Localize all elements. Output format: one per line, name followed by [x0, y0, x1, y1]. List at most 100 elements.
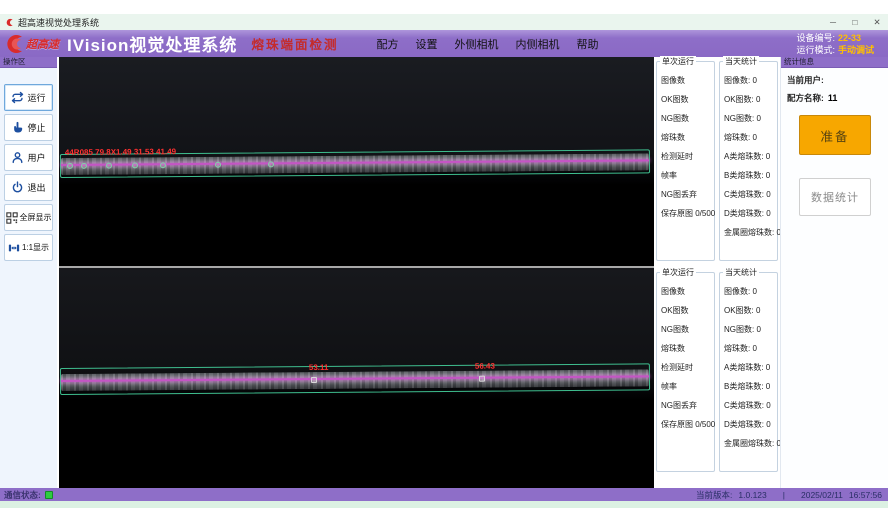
detection-marker — [479, 376, 485, 382]
single-run-group-2: 单次运行 图像数OK图数NG图数熔珠数检测延时帧率NG图丢弃保存原图 0/500 — [656, 272, 715, 472]
device-info: 设备编号:22-33 运行模式:手动调试 — [796, 32, 874, 56]
run-mode-label: 运行模式: — [796, 45, 835, 55]
detection-marker — [215, 162, 221, 168]
stat-row: B类熔珠数: 0 — [724, 166, 777, 185]
stat-row: OK图数 — [661, 90, 714, 109]
one-to-one-icon — [8, 242, 20, 254]
detection-marker — [81, 163, 87, 169]
run-button[interactable]: 运行 — [4, 84, 53, 111]
stat-row: NG图数 — [661, 109, 714, 128]
strip-overlay: 44R085 79.8X1.49 31.53 41.49 — [61, 153, 649, 175]
stat-row: 熔珠数: 0 — [724, 339, 777, 358]
info-panel-title: 统计信息 — [781, 57, 888, 68]
stat-row: OK图数: 0 — [724, 90, 777, 109]
stop-button-label: 停止 — [27, 121, 45, 134]
operation-sidebar: 操作区 运行 停止 用户 — [0, 57, 57, 488]
brand-logo-icon — [3, 34, 25, 54]
stat-row: NG图数: 0 — [724, 109, 777, 128]
one-to-one-button-label: 1:1显示 — [22, 242, 49, 253]
exit-button-label: 退出 — [27, 181, 45, 194]
menu-item[interactable]: 配方 — [376, 36, 398, 52]
device-number-value: 22-33 — [838, 33, 861, 43]
single-run-group-1: 单次运行 图像数OK图数NG图数熔珠数检测延时帧率NG图丢弃保存原图 0/500 — [656, 61, 715, 261]
laser-line — [61, 159, 649, 166]
current-user-label: 当前用户: — [787, 75, 824, 85]
close-icon[interactable]: ✕ — [866, 14, 888, 30]
run-button-label: 运行 — [27, 91, 45, 104]
current-user-row: 当前用户: — [787, 74, 888, 86]
version-label: 当前版本: — [696, 489, 732, 501]
stat-row: NG图数: 0 — [724, 320, 777, 339]
detection-marker — [106, 163, 112, 169]
maximize-icon[interactable]: □ — [844, 14, 866, 30]
stop-hand-icon — [11, 121, 24, 134]
desktop-strip — [0, 501, 888, 508]
laser-line — [61, 375, 649, 382]
one-to-one-button[interactable]: 1:1显示 — [4, 234, 53, 261]
stop-button[interactable]: 停止 — [4, 114, 53, 141]
stat-row: D类熔珠数: 0 — [724, 415, 777, 434]
version-value: 1.0.123 — [738, 490, 766, 500]
detection-marker — [311, 377, 317, 383]
fullscreen-button[interactable]: 全屏显示 — [4, 204, 53, 231]
strip-overlay: 53.11 56.43 — [61, 369, 649, 391]
stat-row: 熔珠数 — [661, 128, 714, 147]
stat-row: 帧率 — [661, 377, 714, 396]
inner-camera-image[interactable]: 53.11 56.43 — [59, 268, 654, 488]
group-title: 单次运行 — [660, 56, 696, 67]
minimize-icon[interactable]: ─ — [822, 14, 844, 30]
outer-camera-image[interactable]: 44R085 79.8X1.49 31.53 41.49 — [59, 57, 654, 266]
status-time: 16:57:56 — [849, 490, 882, 500]
status-bar: 通信状态: 当前版本: 1.0.123 | 2025/02/11 16:57:5… — [0, 488, 888, 501]
app-icon — [5, 18, 14, 27]
power-icon — [11, 181, 24, 194]
user-button-label: 用户 — [27, 151, 45, 164]
today-stats-group-2: 当天统计 图像数: 0OK图数: 0NG图数: 0熔珠数: 0A类熔珠数: 0B… — [719, 272, 778, 472]
stat-row: 金属圈熔珠数: 0 — [724, 223, 777, 242]
menu-item[interactable]: 设置 — [415, 36, 437, 52]
stat-row: 熔珠数 — [661, 339, 714, 358]
stat-row: A类熔珠数: 0 — [724, 147, 777, 166]
stat-row: 金属圈熔珠数: 0 — [724, 434, 777, 453]
group-title: 当天统计 — [723, 267, 759, 278]
recipe-row: 配方名称:11 — [787, 92, 888, 104]
measurement-annotation: 44R085 79.8X1.49 31.53 41.49 — [65, 147, 176, 157]
stat-row: 图像数 — [661, 71, 714, 90]
statistics-info-panel: 统计信息 当前用户: 配方名称:11 准备 数据统计 — [780, 57, 888, 488]
desktop: 超高速视觉处理系统 ─ □ ✕ 超高速 IVision视觉处理系统 熔珠端面检测… — [0, 0, 888, 522]
measurement-annotation: 56.43 — [475, 362, 495, 371]
stat-row: NG图丢弃 — [661, 396, 714, 415]
menu-item[interactable]: 内侧相机 — [515, 36, 559, 52]
stat-row: B类熔珠数: 0 — [724, 377, 777, 396]
prepare-button[interactable]: 准备 — [799, 115, 871, 155]
version-and-time: 当前版本: 1.0.123 | 2025/02/11 16:57:56 — [696, 489, 882, 501]
status-date: 2025/02/11 — [801, 490, 843, 500]
window-titlebar: 超高速视觉处理系统 ─ □ ✕ — [0, 14, 888, 30]
stat-row: NG图数 — [661, 320, 714, 339]
menu-item[interactable]: 外侧相机 — [454, 36, 498, 52]
stat-row: C类熔珠数: 0 — [724, 185, 777, 204]
detection-marker — [160, 162, 166, 168]
device-number-label: 设备编号: — [796, 33, 835, 43]
detection-marker — [132, 162, 138, 168]
app-subtitle: 熔珠端面检测 — [251, 34, 338, 53]
fullscreen-grid-icon — [6, 212, 18, 224]
stat-row: 检测延时 — [661, 358, 714, 377]
app-header: 超高速 IVision视觉处理系统 熔珠端面检测 配方设置外侧相机内侧相机帮助 … — [0, 30, 888, 57]
main-area: 操作区 运行 停止 用户 — [0, 57, 888, 488]
data-statistics-button[interactable]: 数据统计 — [799, 178, 871, 216]
stat-row: A类熔珠数: 0 — [724, 358, 777, 377]
stat-row: OK图数 — [661, 301, 714, 320]
stat-row: 图像数: 0 — [724, 71, 777, 90]
window-controls: ─ □ ✕ — [822, 14, 888, 30]
stat-row: OK图数: 0 — [724, 301, 777, 320]
stat-row: 检测延时 — [661, 147, 714, 166]
exit-button[interactable]: 退出 — [4, 174, 53, 201]
group-title: 单次运行 — [660, 267, 696, 278]
user-button[interactable]: 用户 — [4, 144, 53, 171]
stat-row: 图像数 — [661, 282, 714, 301]
stat-row: 熔珠数: 0 — [724, 128, 777, 147]
menu-bar: 配方 设置 外侧相机 内侧相机 帮助 — [376, 36, 598, 52]
fullscreen-button-label: 全屏显示 — [20, 212, 52, 223]
menu-item[interactable]: 帮助 — [576, 36, 598, 52]
